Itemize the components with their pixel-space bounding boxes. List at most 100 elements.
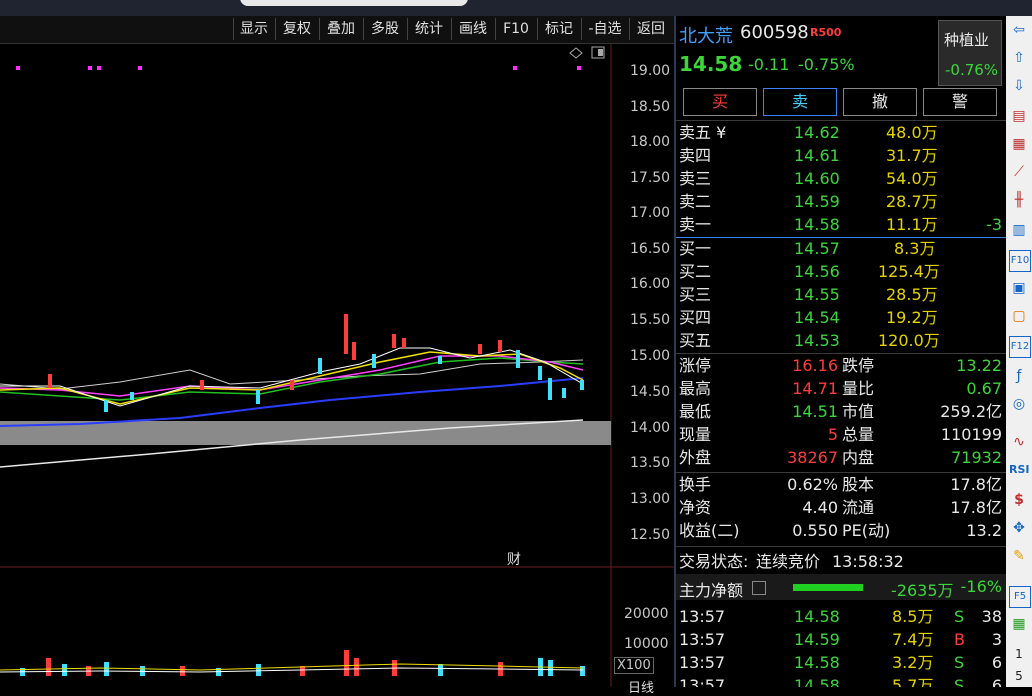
menu-f10[interactable]: F10 (495, 18, 536, 40)
rsi-icon[interactable]: RSI (1009, 460, 1030, 480)
candle-icon[interactable]: ╫ (1009, 190, 1029, 210)
f12-icon[interactable]: F12 (1009, 336, 1031, 358)
ask-row[interactable]: 卖一 14.58 11.1万 -3 (676, 214, 1006, 236)
buy-button[interactable]: 买 (683, 88, 757, 116)
stat-label: 最低 (679, 402, 712, 421)
ask-label: 卖三 (679, 169, 712, 188)
menu-multi-stock[interactable]: 多股 (363, 18, 406, 40)
stat-label: 换手 (679, 475, 712, 494)
volume-bars (20, 650, 585, 676)
bid-price: 14.54 (794, 308, 840, 327)
menu-mark[interactable]: 标记 (537, 18, 580, 40)
diamond-icon[interactable] (569, 47, 583, 59)
menu-watchlist[interactable]: -自选 (581, 18, 628, 40)
net-asset-value: 4.40 (802, 498, 838, 517)
menu-statistics[interactable]: 统计 (407, 18, 450, 40)
main-flow-pct: -16% (960, 577, 1002, 596)
menu-draw-line[interactable]: 画线 (451, 18, 494, 40)
bid-row[interactable]: 买五 14.53 120.0万 (676, 330, 1006, 352)
ask-row[interactable]: 卖三 14.60 54.0万 (676, 168, 1006, 190)
menu-overlay[interactable]: 叠加 (319, 18, 362, 40)
stat-row: 现量 5 总量 110199 (676, 424, 1006, 446)
tick-price: 14.58 (794, 607, 840, 626)
move-icon[interactable]: ✥ (1009, 518, 1029, 538)
arrow-down-icon[interactable]: ⇩ (1009, 76, 1029, 96)
tick-side: S (954, 607, 965, 626)
price-tick: 15.00 (630, 348, 671, 364)
tick-volume: 8.5万 (892, 607, 934, 626)
price-tick: 16.00 (630, 276, 671, 292)
price-tick: 15.50 (630, 312, 671, 328)
alert-button[interactable]: 警 (923, 88, 997, 116)
price-tick: 13.50 (630, 455, 671, 471)
stat-row: 最高 14.71 量比 0.67 (676, 378, 1006, 400)
bid-row[interactable]: 买三 14.55 28.5万 (676, 284, 1006, 306)
bid-price: 14.56 (794, 262, 840, 281)
finance-marker[interactable]: 财 (507, 549, 521, 569)
sell-button[interactable]: 卖 (763, 88, 837, 116)
f10-icon[interactable]: F10 (1009, 250, 1031, 272)
menu-back[interactable]: 返回 (629, 18, 672, 40)
share-capital-value: 17.8亿 (950, 475, 1002, 494)
menu-restore-rights[interactable]: 复权 (275, 18, 318, 40)
page-number[interactable]: 1 (1009, 644, 1029, 664)
layout-icon[interactable]: ▦ (1009, 614, 1029, 634)
pen-icon[interactable]: ✎ (1009, 546, 1029, 566)
quote-icon[interactable]: ▤ (1009, 106, 1029, 126)
bid-volume: 19.2万 (886, 308, 938, 327)
cancel-order-button[interactable]: 撤 (843, 88, 917, 116)
status-value: 连续竞价 (756, 552, 821, 571)
bid-row[interactable]: 买一 14.57 8.3万 (676, 238, 1006, 260)
arrow-up-icon[interactable]: ⇧ (1009, 48, 1029, 68)
bid-price: 14.55 (794, 285, 840, 304)
ask-row[interactable]: 卖二 14.59 28.7万 (676, 191, 1006, 213)
bid-price: 14.57 (794, 239, 840, 258)
wave-icon[interactable]: ∿ (1009, 432, 1029, 452)
limit-down-value: 13.22 (956, 356, 1002, 375)
bid-row[interactable]: 买四 14.54 19.2万 (676, 307, 1006, 329)
page-number[interactable]: 5 (1009, 666, 1029, 686)
divider (676, 353, 1006, 354)
kline-chart-area[interactable]: 19.00 18.50 18.00 17.50 17.00 16.50 16.0… (0, 44, 674, 696)
quote-panel: 北大荒 600598 R500 种植业 -0.76% 14.58 -0.11 -… (676, 16, 1006, 687)
trading-status: 交易状态: 连续竞价 13:58:32 (676, 551, 1006, 573)
price-tick: 14.00 (630, 420, 671, 436)
list-icon[interactable]: ▦ (1009, 134, 1029, 154)
stat-label: 现量 (679, 425, 712, 444)
price-tick: 12.50 (630, 527, 671, 543)
total-volume-value: 110199 (940, 425, 1002, 444)
bid-volume: 8.3万 (894, 239, 936, 258)
kline-chart-svg[interactable] (0, 44, 674, 687)
sector-box[interactable]: 种植业 -0.76% (938, 20, 1002, 86)
stat-label: 跌停 (842, 356, 875, 375)
menu-show[interactable]: 显示 (233, 18, 274, 40)
main-flow-bar[interactable]: 主力净额 -2635万 -16% (676, 574, 1006, 600)
ma-yellow-line (0, 351, 584, 405)
line-chart-icon[interactable]: ⟋ (1009, 162, 1029, 182)
ask-price: 14.62 (794, 123, 840, 142)
fx-icon[interactable]: ƒ (1009, 366, 1029, 386)
tick-side: B (954, 630, 965, 649)
f-icon[interactable]: ▣ (1009, 278, 1029, 298)
tick-row: 13:57 14.59 7.4万 B 3 (676, 629, 1006, 651)
list-icon[interactable] (752, 581, 766, 595)
bid-row[interactable]: 买二 14.56 125.4万 (676, 261, 1006, 283)
s-icon[interactable]: $ (1009, 490, 1029, 510)
stat-label: 外盘 (679, 448, 712, 467)
table-icon[interactable]: ▥ (1009, 220, 1029, 240)
self-icon[interactable]: ▢ (1009, 306, 1029, 326)
divider (676, 120, 1006, 121)
price-tick: 14.50 (630, 384, 671, 400)
f5-icon[interactable]: F5 (1009, 586, 1031, 608)
ask-row[interactable]: 卖四 14.61 31.7万 (676, 145, 1006, 167)
ask-volume: 11.1万 (886, 215, 938, 234)
circle-icon[interactable]: ◎ (1009, 394, 1029, 414)
ask-row[interactable]: 卖五 ¥ 14.62 48.0万 (676, 122, 1006, 144)
bid-volume: 125.4万 (878, 262, 940, 281)
tick-count: 3 (991, 630, 1002, 649)
ask-price: 14.59 (794, 192, 840, 211)
main-flow-meter (793, 584, 863, 591)
arrow-left-icon[interactable]: ⇦ (1009, 20, 1029, 40)
sector-change: -0.76% (945, 61, 999, 79)
stat-label: 净资 (679, 498, 712, 517)
